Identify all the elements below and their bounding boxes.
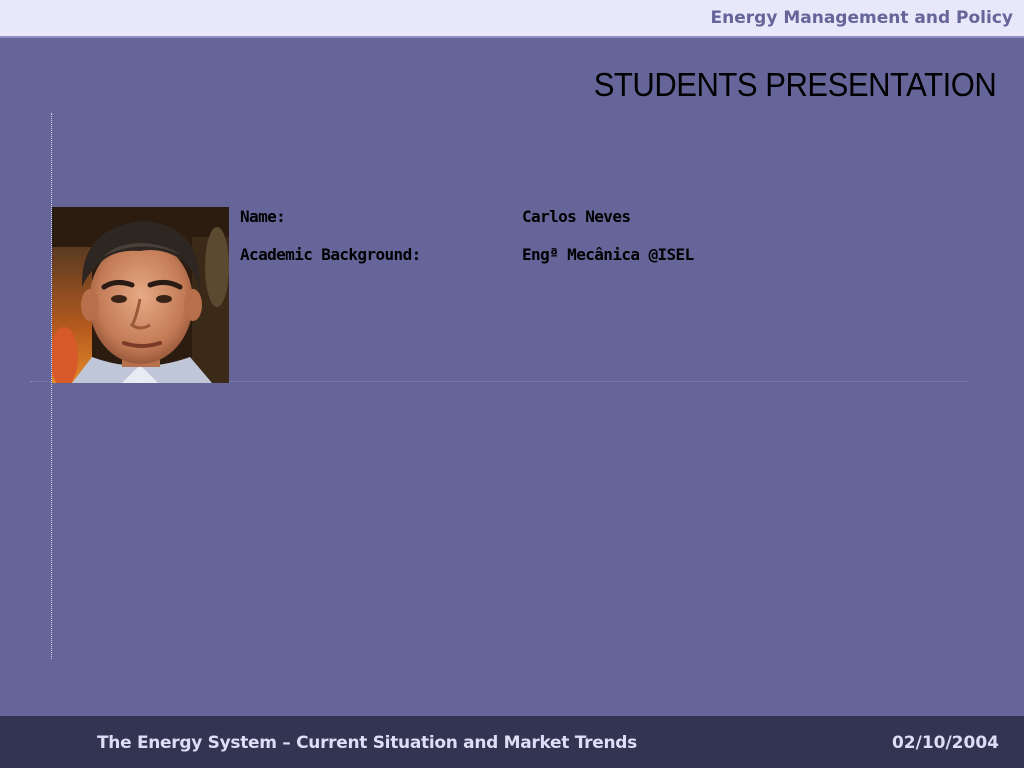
academic-background-label: Academic Background: — [240, 245, 421, 264]
name-value: Carlos Neves — [522, 207, 631, 226]
academic-background-value: Engª Mecânica @ISEL — [522, 245, 694, 264]
footer-date: 02/10/2004 — [891, 733, 999, 753]
footer-bar: The Energy System – Current Situation an… — [0, 716, 1024, 768]
footer-course-title: The Energy System – Current Situation an… — [97, 733, 637, 753]
slide-title: STUDENTS PRESENTATION — [593, 66, 996, 103]
name-label: Name: — [240, 207, 286, 226]
student-photo — [52, 207, 229, 383]
vertical-divider — [51, 113, 52, 659]
header-title: Energy Management and Policy — [710, 8, 1013, 28]
header-bar: Energy Management and Policy — [0, 0, 1024, 38]
